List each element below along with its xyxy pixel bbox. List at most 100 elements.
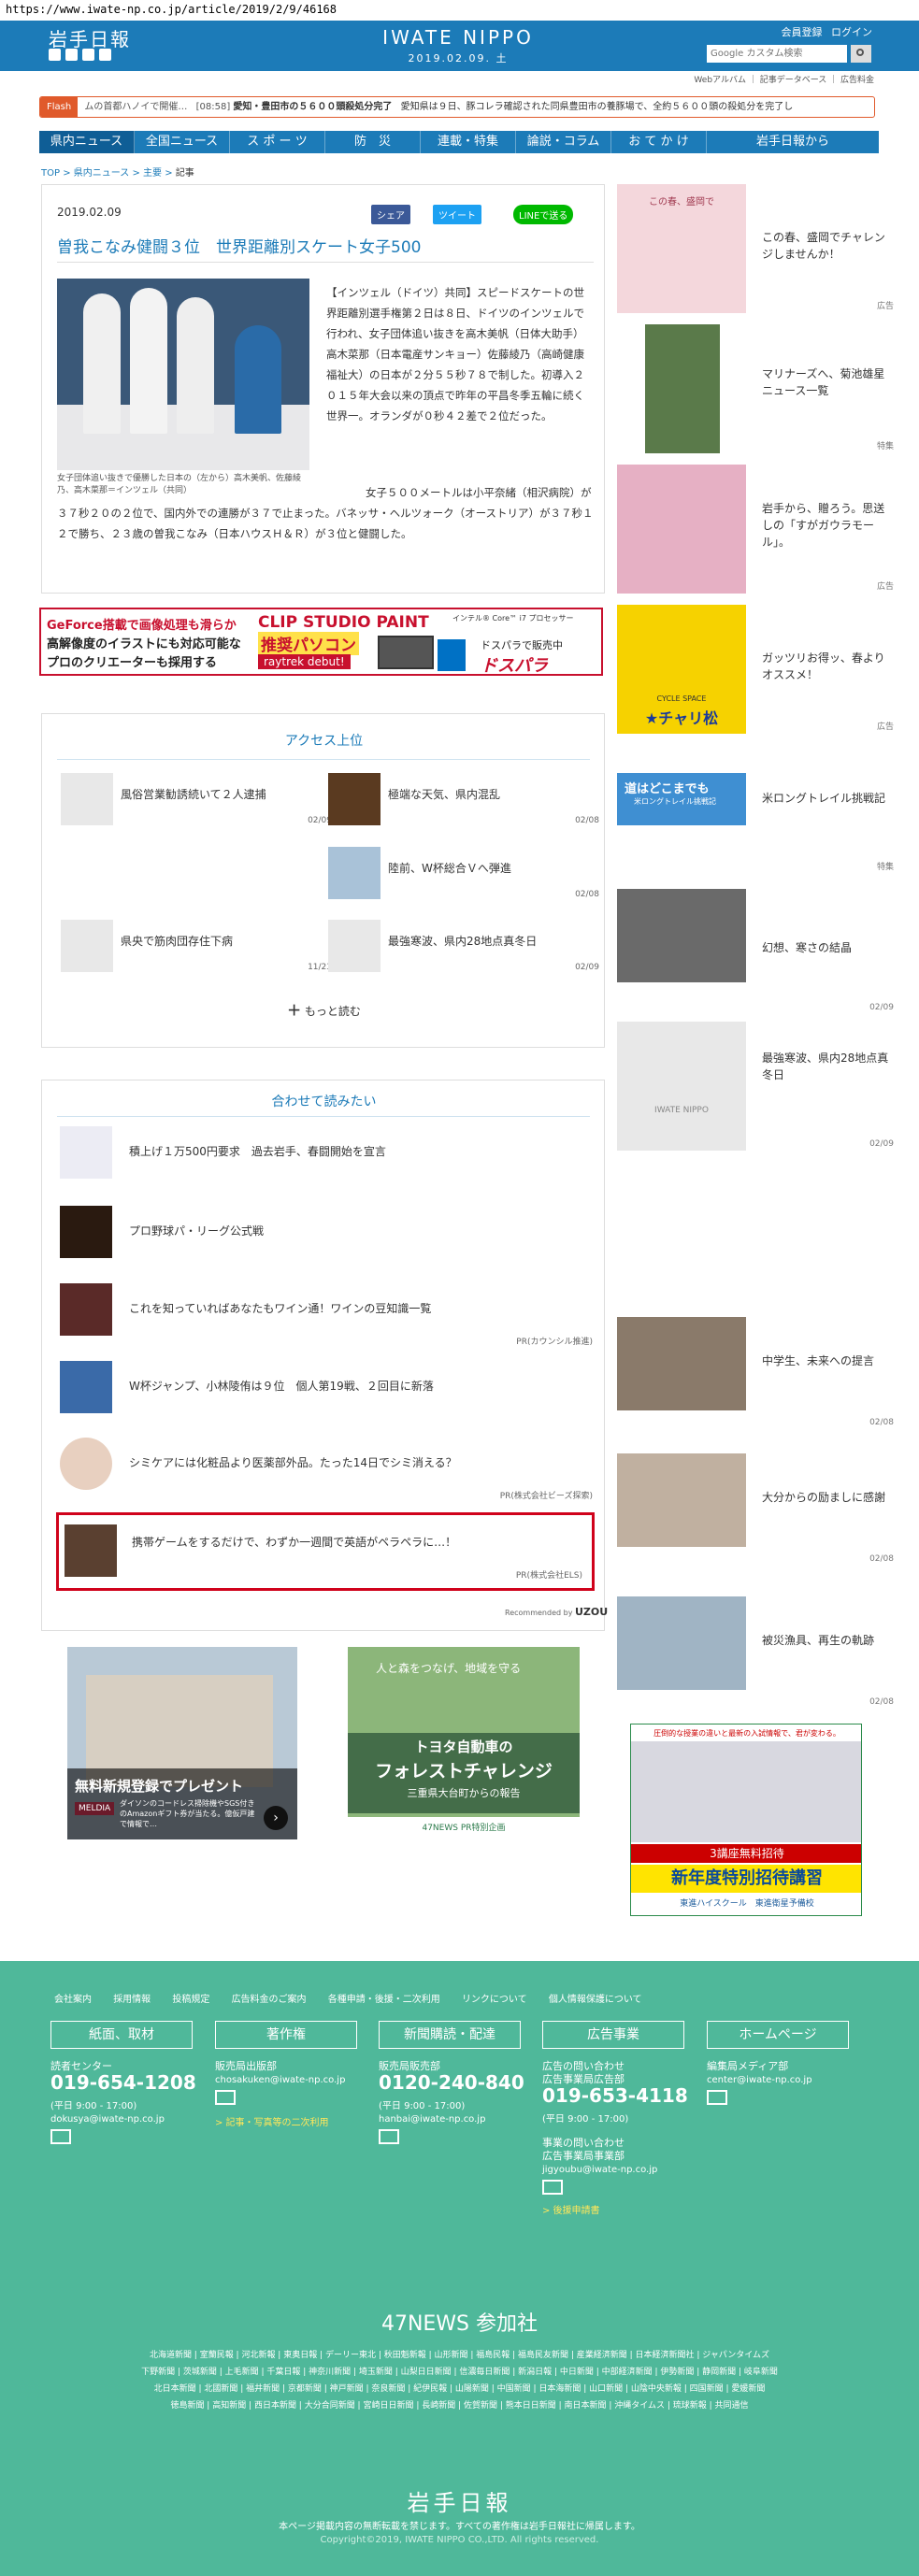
footer-col-3-tel[interactable]: 0120-240-840 [379,2071,524,2094]
side-item-9[interactable]: 大分からの励ましに感謝 02/08 [617,1437,897,1567]
n47-row-4[interactable]: 徳島新聞 | 高知新聞 | 西日本新聞 | 大分合同新聞 | 宮崎日日新聞 | … [0,2398,919,2411]
footer-link-link[interactable]: リンクについて [462,1995,527,2005]
side-item-4[interactable]: CYCLE SPACE ★チャリ松 ガッツリお得ッ、春よりオススメ！ 広告 [617,605,897,736]
access-item-1[interactable]: 風俗営業勧誘続いて２人逮捕 02/09 [61,773,332,829]
address-bar[interactable]: https://www.iwate-np.co.jp/article/2019/… [0,0,919,21]
footer-link-privacy[interactable]: 個人情報保護について [549,1995,642,2005]
footer-link-submit[interactable]: 投稿規定 [172,1995,209,2005]
n47-title: 47NEWS 参加社 [381,2312,538,2336]
breadcrumb-top[interactable]: TOP [41,168,60,179]
n47-row-2[interactable]: 下野新聞 | 茨城新聞 | 上毛新聞 | 千葉日報 | 神奈川新聞 | 埼玉新聞… [0,2365,919,2377]
breadcrumb-kennai[interactable]: 県内ニュース [74,168,130,179]
n47-row-3[interactable]: 北日本新聞 | 北國新聞 | 福井新聞 | 京都新聞 | 神戸新聞 | 奈良新聞… [0,2382,919,2394]
facebook-icon[interactable] [65,49,78,61]
footer-col-4-note[interactable]: > 後援申請書 [542,2202,600,2216]
line-share-button[interactable]: LINEで送る [513,205,574,224]
site-logo[interactable]: 岩手日報 [49,24,131,51]
access-item-4[interactable]: 陸前、W杯総合Ｖへ弾進 02/08 [328,847,599,903]
recommended-by[interactable]: Recommended by UZOU [505,1606,608,1618]
nav-from-iwate[interactable]: 岩手日報から [707,131,879,153]
nav-rensai[interactable]: 連載・特集 [421,131,516,153]
breadcrumb-shuyo[interactable]: 主要 [143,168,162,179]
footer-col-3-mail[interactable]: hanbai@iwate-np.co.jp [379,2114,485,2125]
facebook-share-button[interactable]: シェア [371,205,410,224]
footer-col-2-note[interactable]: > 記事・写真等の二次利用 [215,2114,329,2128]
meldia-ad[interactable]: 無料新規登録でプレゼント MELDIA ダイソンのコードレス掃除機やSGS付きの… [67,1647,297,1839]
toshin-hs: 東進ハイスクール [680,1899,747,1909]
sublink-database[interactable]: 記事データベース [760,76,827,85]
footer-link-ad[interactable]: 広告料金のご案内 [232,1995,307,2005]
mail-icon[interactable] [82,49,94,61]
related-item-3[interactable]: これを知っていればあなたもワイン通！ワインの豆知識一覧 PR(カウンシル推進) [60,1283,602,1354]
toshin-free: 3講座無料招待 [631,1844,861,1863]
access-item-6[interactable]: 最強寒波、県内28地点真冬日 02/09 [328,920,599,976]
footer-col-5-mail[interactable]: center@iwate-np.co.jp [707,2075,812,2085]
mail-icon[interactable] [50,2129,71,2144]
next-arrow-icon[interactable]: › [264,1806,288,1830]
related-item-2[interactable]: プロ野球パ・リーグ公式戦 [60,1206,602,1277]
mail-icon[interactable] [215,2090,236,2105]
article-photo[interactable] [57,279,309,470]
nav-ronsetsu[interactable]: 論説・コラム [516,131,611,153]
nav-sports[interactable]: ス ポ ー ツ [230,131,325,153]
mail-icon[interactable] [707,2090,727,2105]
footer-col-1-mail[interactable]: dokusya@iwate-np.co.jp [50,2114,165,2125]
toshin-title: 新年度特別招待講習 [631,1865,861,1893]
access-item-5[interactable]: 県央で筋肉団存住下病 11/23 [61,920,332,976]
more-button[interactable]: ＋ もっと読む [42,1000,606,1020]
related-item-1[interactable]: 積上げ１万500円要求 過去岩手、春闘開始を宣言 [60,1126,602,1197]
related-item-4[interactable]: W杯ジャンプ、小林陵侑は９位 個人第19戦、２回目に新落 [60,1361,602,1432]
search-input[interactable] [707,45,847,63]
side-item-tag: 02/08 [869,1697,894,1707]
side-item-7[interactable]: IWATE NIPPO 最強寒波、県内28地点真冬日 02/09 [617,1022,897,1152]
footer-logo[interactable]: 岩手日報 [0,2484,919,2517]
footer-col-2-mail[interactable]: chosakuken@iwate-np.co.jp [215,2075,345,2085]
side-item-10[interactable]: 被災漁具、再生の軌跡 02/08 [617,1580,897,1710]
flash-label: Flash [40,97,79,117]
side-thumb-ice [617,889,746,982]
masthead-logo[interactable]: IWATE NIPPO [374,26,542,49]
sublink-adrates[interactable]: 広告料金 [840,76,874,85]
side-thumb-fishing-gear [617,1596,746,1690]
nav-odekake[interactable]: お て か け [611,131,707,153]
toshin-banner[interactable]: 圧倒的な授業の違いと最新の入試情報で、君が変わる。 3講座無料招待 新年度特別招… [630,1724,862,1916]
footer-col-4-tel[interactable]: 019-653-4118 [542,2084,688,2107]
mail-icon[interactable] [379,2129,399,2144]
related-pr: PR(株式会社ビーズ探索) [499,1492,593,1501]
side-thumb-iwate-logo: IWATE NIPPO [617,1022,746,1151]
side-item-tag: 02/08 [869,1418,894,1427]
side-morioka-label: この春、盛岡で [649,197,714,208]
side-item-2[interactable]: マリナーズへ、菊池雄星ニュース一覧 特集 [617,324,897,455]
footer-link-apply[interactable]: 各種申請・後援・二次利用 [328,1995,440,2005]
side-item-8[interactable]: 中学生、未来への提言 02/08 [617,1300,897,1431]
footer-link-recruit[interactable]: 採用情報 [113,1995,151,2005]
footer-link-company[interactable]: 会社案内 [54,1995,92,2005]
related-item-5[interactable]: シミケアには化粧品より医薬部外品。たった14日でシミ消える？ PR(株式会社ビーズ… [60,1438,602,1509]
member-register-link[interactable]: 会員登録 [782,26,823,38]
footer-col-4-hours: (平日 9:00 - 17:00) [542,2114,629,2125]
nav-zenkoku[interactable]: 全国ニュース [135,131,230,153]
dospara-banner[interactable]: GeForce搭載で画像処理も滑らか 高解像度のイラストにも対応可能な プロのク… [39,608,603,676]
nav-bousai[interactable]: 防 災 [325,131,421,153]
search-button[interactable] [851,45,871,63]
footer-col-4-mail[interactable]: jigyoubu@iwate-np.co.jp [542,2165,657,2175]
nav-kennai[interactable]: 県内ニュース [39,131,135,153]
side-item-1[interactable]: この春、盛岡で この春、盛岡でチャレンジしませんか！ 広告 [617,184,897,315]
access-item-2[interactable]: 極端な天気、県内混乱 02/08 [328,773,599,829]
side-item-5[interactable]: 道はどこまでも 米ロングトレイル挑戦記 米ロングトレイル挑戦記 特集 [617,745,897,876]
side-item-6[interactable]: 幻想、寒さの結晶 02/09 [617,885,897,1016]
toyota-ad[interactable]: 人と森をつなげ、地域を守る トヨタ自動車の フォレストチャレンジ 三重県大台町か… [348,1647,580,1839]
access-item-title: 極端な天気、県内混乱 [388,788,501,801]
n47-row-1[interactable]: 北海道新聞 | 室蘭民報 | 河北新報 | 東奥日報 | デーリー東北 | 秋田… [0,2348,919,2360]
login-link[interactable]: ログイン [831,26,872,38]
side-item-3[interactable]: 岩手から、贈ろう。思送しの「すがガウラモール」。 広告 [617,465,897,595]
flash-headline[interactable]: 愛知・豊田市の５６００頭殺処分完了 [233,102,392,112]
sublink-album[interactable]: Webアルバム [694,76,746,85]
mail-icon[interactable] [542,2180,563,2195]
twitter-share-button[interactable]: ツイート [433,205,481,224]
footer-col-1-tel[interactable]: 019-654-1208 [50,2071,196,2094]
twitter-icon[interactable] [49,49,61,61]
instagram-icon[interactable] [99,49,111,61]
related-item-6[interactable]: 携帯ゲームをするだけで、わずか一週間で英語がペラペラに…！ PR(株式会社ELS) [56,1512,595,1591]
flash-prefix[interactable]: ムの首都ハノイで開催… [84,102,187,112]
